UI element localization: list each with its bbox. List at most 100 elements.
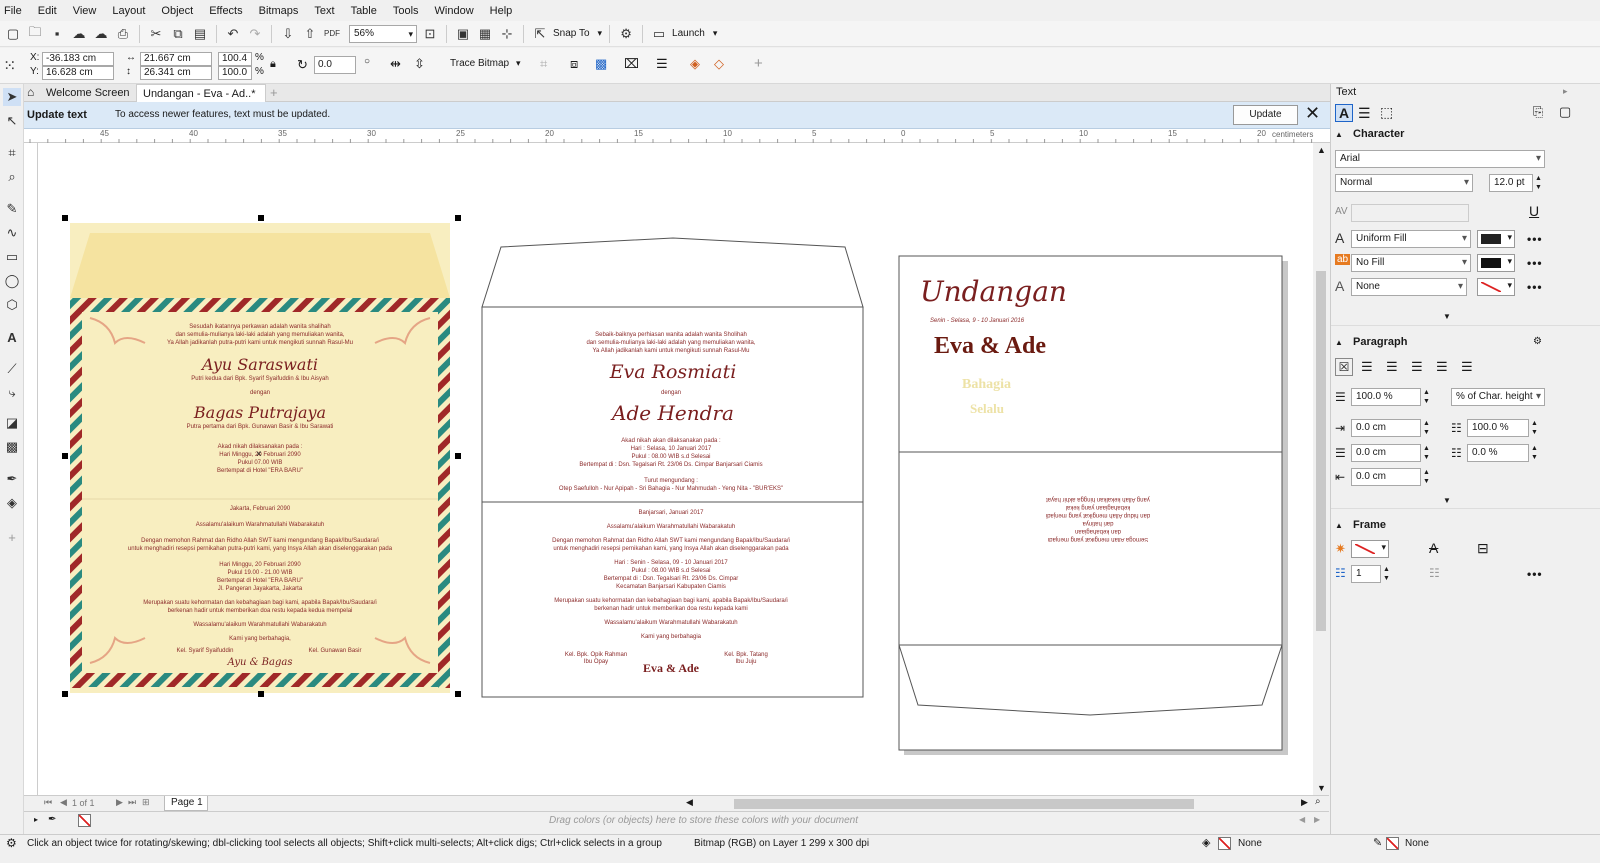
horizontal-ruler[interactable]: 45 40 35 30 25 20 15 10 5 0 5 10 15 20 c… (24, 129, 1334, 143)
artistic-media-icon[interactable]: ∿ (3, 224, 21, 242)
scale-x-field[interactable]: 100.4 (218, 52, 252, 66)
selection-handle-tc[interactable] (258, 215, 264, 221)
docker-menu-icon[interactable]: ▢ (1559, 104, 1571, 120)
spacing-unit-select[interactable]: % of Char. height (1451, 388, 1545, 406)
first-line-indent-field[interactable]: 0.0 cm (1351, 444, 1421, 462)
rectangle-tool-icon[interactable]: ▭ (3, 248, 21, 266)
launch-icon[interactable]: ▭ (650, 25, 668, 43)
paragraph-collapse-icon[interactable]: ▲ (1335, 338, 1343, 347)
crop-tool-icon[interactable]: ⌗ (3, 144, 21, 162)
wrap-text-icon[interactable]: ☰ (656, 56, 668, 72)
background-fill-color-swatch[interactable]: ▾ (1477, 254, 1515, 272)
space-after-field[interactable]: 0.0 % (1467, 444, 1529, 462)
arrange-back-icon[interactable]: ◇ (714, 56, 724, 72)
transparency-tool-icon[interactable]: ▩ (3, 438, 21, 456)
align-none-icon[interactable]: ☒ (1335, 358, 1353, 376)
align-justify-icon[interactable]: ☰ (1436, 359, 1448, 375)
chevron-down-icon[interactable]: ▾ (516, 58, 521, 69)
selection-handle-tl[interactable] (62, 215, 68, 221)
dimension-tool-icon[interactable]: ⟋ (3, 360, 21, 378)
selection-handle-ml[interactable] (62, 453, 68, 459)
menu-edit[interactable]: Edit (38, 5, 57, 17)
status-fill-swatch[interactable] (1218, 837, 1231, 850)
column-balance-icon[interactable]: ☷ (1429, 566, 1440, 580)
y-position-field[interactable]: 16.628 cm (42, 66, 114, 80)
edit-bitmap-icon[interactable]: ⧈ (570, 56, 578, 72)
publish-pdf-icon[interactable]: PDF (323, 25, 341, 43)
copy-icon[interactable]: ⧉ (169, 25, 187, 43)
mirror-vertical-icon[interactable]: ⇳ (414, 56, 425, 72)
selection-handle-bc[interactable] (258, 691, 264, 697)
add-tool-icon[interactable]: + (3, 528, 21, 546)
new-tab-icon[interactable]: + (270, 85, 278, 100)
shape-tool-icon[interactable]: ↖ (3, 112, 21, 130)
card2[interactable]: Sebaik-baiknya perhiasan wanita adalah w… (481, 237, 865, 699)
undo-icon[interactable]: ↶ (224, 25, 242, 43)
docker-collapse-icon[interactable]: ▸ (1563, 86, 1568, 97)
page-next-icon[interactable]: ▶ (116, 797, 123, 808)
frame-align-icon[interactable]: ⊟ (1477, 540, 1489, 557)
zoom-tool-icon[interactable]: ⌕ (3, 168, 21, 186)
scroll-up-icon[interactable]: ▲ (1317, 145, 1326, 155)
new-document-icon[interactable]: ▢ (4, 25, 22, 43)
vertical-ruler[interactable] (24, 143, 38, 803)
update-button[interactable]: Update (1233, 105, 1298, 125)
chevron-down-icon[interactable]: ▾ (713, 28, 718, 39)
page-last-icon[interactable]: ⏭ (128, 797, 136, 808)
selection-handle-br[interactable] (455, 691, 461, 697)
scroll-right-icon[interactable]: ▶ (1301, 797, 1308, 808)
show-grid-icon[interactable]: ▦ (476, 25, 494, 43)
menu-text[interactable]: Text (314, 5, 334, 17)
no-color-swatch[interactable] (78, 814, 91, 827)
status-gear-icon[interactable]: ⚙ (6, 836, 17, 850)
close-icon[interactable]: ✕ (1305, 103, 1320, 124)
card3[interactable]: Undangan Senin - Selasa, 9 - 10 Januari … (898, 255, 1290, 755)
columns-field[interactable]: 1 (1351, 565, 1381, 583)
tab-welcome-screen[interactable]: Welcome Screen (40, 84, 138, 102)
connector-tool-icon[interactable]: ⤷ (3, 384, 21, 402)
vertical-text-icon[interactable]: A (1429, 540, 1438, 556)
paragraph-settings-icon[interactable]: ⚙ (1533, 336, 1542, 347)
menu-file[interactable]: File (4, 5, 22, 17)
paragraph-section-title[interactable]: Paragraph (1353, 336, 1407, 348)
font-family-select[interactable]: Arial (1335, 150, 1545, 168)
menu-layout[interactable]: Layout (112, 5, 145, 17)
scroll-down-icon[interactable]: ▼ (1317, 783, 1326, 793)
height-field[interactable]: 26.341 cm (140, 66, 212, 80)
scroll-left-icon[interactable]: ◀ (686, 797, 693, 808)
page-prev-icon[interactable]: ◀ (60, 797, 67, 808)
horizontal-scroll-thumb[interactable] (734, 799, 1194, 809)
full-screen-icon[interactable]: ▣ (454, 25, 472, 43)
cloud-upload-icon[interactable]: ☁ (92, 25, 110, 43)
eyedropper-icon[interactable]: ✒ (3, 470, 21, 488)
text-outline-more-icon[interactable]: ••• (1527, 280, 1543, 294)
freehand-tool-icon[interactable]: ✎ (3, 200, 21, 218)
align-left-icon[interactable]: ☰ (1361, 359, 1373, 375)
frame-fill-color-swatch[interactable]: ▾ (1351, 540, 1389, 558)
crop-icon[interactable]: ⌧ (624, 56, 639, 72)
char-spacing-spinner[interactable]: ▲ ▼ (1531, 419, 1538, 437)
first-line-indent-spinner[interactable]: ▲ ▼ (1423, 444, 1430, 462)
palette-eyedropper-icon[interactable]: ✒ (48, 814, 56, 825)
char-spacing-field[interactable]: 100.0 % (1467, 419, 1529, 437)
launch-button[interactable]: Launch (672, 28, 705, 39)
menu-bitmaps[interactable]: Bitmaps (259, 5, 299, 17)
drop-shadow-icon[interactable]: ◪ (3, 414, 21, 432)
page-first-icon[interactable]: ⏮ (44, 797, 52, 808)
text-outline-select[interactable]: None (1351, 278, 1467, 296)
columns-spinner[interactable]: ▲ ▼ (1383, 565, 1390, 583)
zoom-level-select[interactable]: 56% ▾ (349, 24, 417, 43)
palette-scroll-left-icon[interactable]: ◀ (1299, 815, 1305, 824)
paste-icon[interactable]: ▤ (191, 25, 209, 43)
trace-bitmap-button[interactable]: Trace Bitmap (450, 58, 509, 69)
docker-options-icon[interactable]: ⎘ (1533, 104, 1543, 120)
open-folder-icon[interactable]: 🗀 (26, 24, 44, 43)
align-center-icon[interactable]: ☰ (1386, 359, 1398, 375)
vertical-scroll-thumb[interactable] (1316, 271, 1326, 631)
fill-tool-icon[interactable]: ◈ (3, 494, 21, 512)
indent-right-spinner[interactable]: ▲ ▼ (1423, 468, 1430, 486)
cloud-download-icon[interactable]: ☁ (70, 25, 88, 43)
kerning-field[interactable] (1351, 204, 1469, 222)
align-force-justify-icon[interactable]: ☰ (1461, 359, 1473, 375)
selection-handle-mr[interactable] (455, 453, 461, 459)
